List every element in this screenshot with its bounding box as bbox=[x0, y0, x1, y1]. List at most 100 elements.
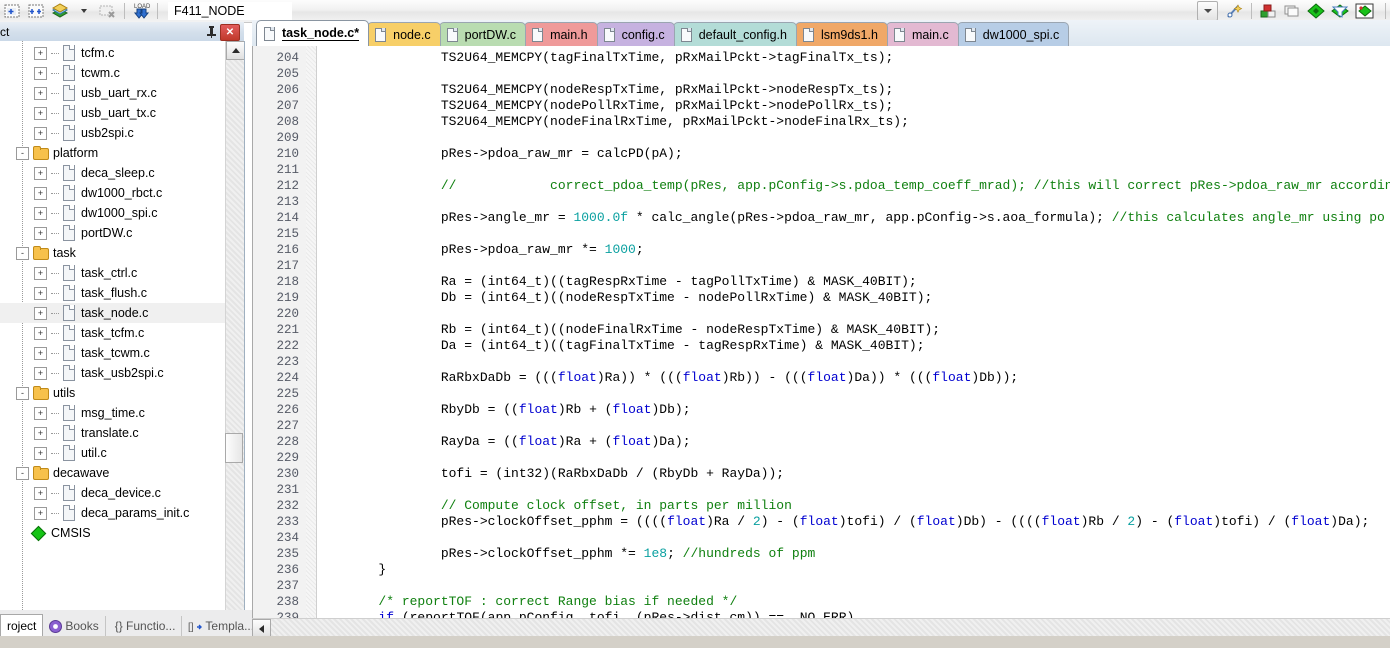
tree-item-tcwm-c[interactable]: + tcwm.c bbox=[0, 63, 225, 83]
tree-item-utils[interactable]: - utils bbox=[0, 383, 225, 403]
expand-icon[interactable]: + bbox=[34, 166, 47, 180]
tree-item-util-c[interactable]: + util.c bbox=[0, 443, 225, 463]
code-editor[interactable]: 204 205 206 207 208 209 210 211 212 213 214 215 216 2… bbox=[252, 46, 1390, 618]
tree-item-cmsis[interactable]: CMSIS bbox=[0, 523, 225, 543]
panel-tab-templa[interactable]: [] Templa... bbox=[182, 616, 262, 636]
tree-item-deca-sleep-c[interactable]: + deca_sleep.c bbox=[0, 163, 225, 183]
expand-icon[interactable]: + bbox=[34, 306, 47, 320]
map-diamond-icon[interactable] bbox=[1353, 1, 1375, 21]
clear-breakpoints-icon[interactable] bbox=[97, 1, 119, 21]
collapse-icon[interactable]: - bbox=[16, 246, 29, 260]
chevron-down-icon[interactable] bbox=[1197, 1, 1218, 21]
editor-tab-portdw-c[interactable]: portDW.c bbox=[438, 22, 527, 46]
copy-windows-icon[interactable] bbox=[1281, 1, 1303, 21]
tree-node-list: + tcfm.c + tcwm.c + usb_uart_rx.c + usb_uart_tx… bbox=[0, 41, 225, 543]
expand-icon[interactable]: + bbox=[34, 506, 47, 520]
tree-item-msg-time-c[interactable]: + msg_time.c bbox=[0, 403, 225, 423]
tree-item-translate-c[interactable]: + translate.c bbox=[0, 423, 225, 443]
build-target-icon[interactable] bbox=[1257, 1, 1279, 21]
expand-icon[interactable]: + bbox=[34, 486, 47, 500]
tree-item-task-tcfm-c[interactable]: + task_tcfm.c bbox=[0, 323, 225, 343]
code-text: TS2U64_MEMCPY(nodePollRxTime, pRxMailPck… bbox=[316, 98, 894, 113]
close-icon[interactable]: ✕ bbox=[220, 24, 240, 41]
expand-icon[interactable]: + bbox=[34, 86, 47, 100]
project-target-combo[interactable]: F411_NODE bbox=[168, 2, 292, 20]
expand-icon[interactable]: + bbox=[34, 266, 47, 280]
editor-tab-node-c[interactable]: node.c bbox=[367, 22, 441, 46]
filter-diamond-icon[interactable] bbox=[1329, 1, 1351, 21]
expand-icon[interactable]: + bbox=[34, 206, 47, 220]
breakpoints-icon[interactable] bbox=[25, 1, 47, 21]
tree-item-dw1000-spi-c[interactable]: + dw1000_spi.c bbox=[0, 203, 225, 223]
editor-tab-config-c[interactable]: config.c bbox=[595, 22, 675, 46]
tree-item-label: tcwm.c bbox=[81, 66, 120, 80]
tree-item-task-ctrl-c[interactable]: + task_ctrl.c bbox=[0, 263, 225, 283]
tree-item-label: dw1000_rbct.c bbox=[81, 186, 163, 200]
panel-tab-roject[interactable]: roject bbox=[0, 614, 44, 636]
tree-item-usb-uart-tx-c[interactable]: + usb_uart_tx.c bbox=[0, 103, 225, 123]
editor-tab-task-node-c[interactable]: task_node.c* bbox=[256, 20, 370, 46]
load-download-icon[interactable]: LOAD bbox=[130, 1, 152, 21]
expand-icon[interactable]: + bbox=[34, 186, 47, 200]
tree-item-task-usb2spi-c[interactable]: + task_usb2spi.c bbox=[0, 363, 225, 383]
line-number: 228 bbox=[276, 435, 299, 449]
expand-icon[interactable]: + bbox=[34, 286, 47, 300]
collapse-icon[interactable]: - bbox=[16, 466, 29, 480]
expand-icon[interactable]: + bbox=[34, 226, 47, 240]
tree-item-task-flush-c[interactable]: + task_flush.c bbox=[0, 283, 225, 303]
expand-icon[interactable]: + bbox=[34, 46, 47, 60]
expand-icon[interactable]: + bbox=[34, 426, 47, 440]
panel-tab-functio[interactable]: {} Functio... bbox=[106, 616, 183, 636]
editor-tab-default-config-h[interactable]: default_config.h bbox=[672, 22, 797, 46]
expand-icon[interactable]: + bbox=[34, 326, 47, 340]
editor-tab-main-h[interactable]: main.h bbox=[524, 22, 598, 46]
tree-item-usb2spi-c[interactable]: + usb2spi.c bbox=[0, 123, 225, 143]
tree-item-label: usb2spi.c bbox=[81, 126, 134, 140]
green-diamond-icon[interactable] bbox=[1305, 1, 1327, 21]
editor-tab-main-c[interactable]: main.c bbox=[885, 22, 959, 46]
tree-vertical-scrollbar[interactable] bbox=[225, 41, 244, 610]
collapse-icon[interactable]: - bbox=[16, 386, 29, 400]
new-breakpoint-icon[interactable] bbox=[1, 1, 23, 21]
tree-item-usb-uart-rx-c[interactable]: + usb_uart_rx.c bbox=[0, 83, 225, 103]
tree-item-deca-params-init-c[interactable]: + deca_params_init.c bbox=[0, 503, 225, 523]
panel-tab-books[interactable]: Books bbox=[43, 616, 106, 636]
tree-item-platform[interactable]: - platform bbox=[0, 143, 225, 163]
tree-item-task-tcwm-c[interactable]: + task_tcwm.c bbox=[0, 343, 225, 363]
expand-icon[interactable]: + bbox=[34, 366, 47, 380]
tree-item-task-node-c[interactable]: + task_node.c bbox=[0, 303, 225, 323]
editor-tab-label: main.h bbox=[550, 27, 588, 42]
code-text: pRes->pdoa_raw_mr = calcPD(pA); bbox=[316, 146, 683, 161]
editor-horizontal-scrollbar[interactable] bbox=[252, 618, 1390, 638]
editor-tab-lsm9ds1-h[interactable]: lsm9ds1.h bbox=[794, 22, 888, 46]
collapse-icon[interactable]: - bbox=[16, 146, 29, 160]
code-keyword: float bbox=[799, 514, 839, 529]
expand-icon[interactable]: + bbox=[34, 346, 47, 360]
expand-icon[interactable]: + bbox=[34, 406, 47, 420]
magic-wand-icon[interactable] bbox=[1224, 1, 1246, 21]
code-text: (reportTOF(app.pConfig, tofi, (pRes->dis… bbox=[394, 610, 855, 618]
expand-icon[interactable]: + bbox=[34, 66, 47, 80]
tree-connector bbox=[51, 52, 59, 54]
tree-item-deca-device-c[interactable]: + deca_device.c bbox=[0, 483, 225, 503]
file-icon bbox=[61, 185, 76, 201]
file-icon bbox=[375, 27, 387, 42]
editor-tab-dw1000-spi-c[interactable]: dw1000_spi.c bbox=[956, 22, 1070, 46]
tree-item-dw1000-rbct-c[interactable]: + dw1000_rbct.c bbox=[0, 183, 225, 203]
scroll-up-arrow-icon[interactable] bbox=[226, 41, 244, 60]
expand-icon[interactable]: + bbox=[34, 446, 47, 460]
dropdown-arrow-icon[interactable] bbox=[73, 1, 95, 21]
tree-item-task[interactable]: - task bbox=[0, 243, 225, 263]
editor-tab-label: default_config.h bbox=[698, 27, 787, 42]
tree-item-tcfm-c[interactable]: + tcfm.c bbox=[0, 43, 225, 63]
build-layers-icon[interactable] bbox=[49, 1, 71, 21]
tree-item-decawave[interactable]: - decawave bbox=[0, 463, 225, 483]
code-text-area[interactable]: TS2U64_MEMCPY(tagFinalTxTime, pRxMailPck… bbox=[316, 46, 1390, 618]
file-icon bbox=[802, 27, 815, 42]
tree-item-portdw-c[interactable]: + portDW.c bbox=[0, 223, 225, 243]
expand-icon[interactable]: + bbox=[34, 126, 47, 140]
project-tree[interactable]: + tcfm.c + tcwm.c + usb_uart_rx.c + usb_uart_tx… bbox=[0, 41, 245, 610]
tree-scroll-thumb[interactable] bbox=[225, 433, 243, 463]
pin-icon[interactable] bbox=[204, 24, 218, 39]
expand-icon[interactable]: + bbox=[34, 106, 47, 120]
